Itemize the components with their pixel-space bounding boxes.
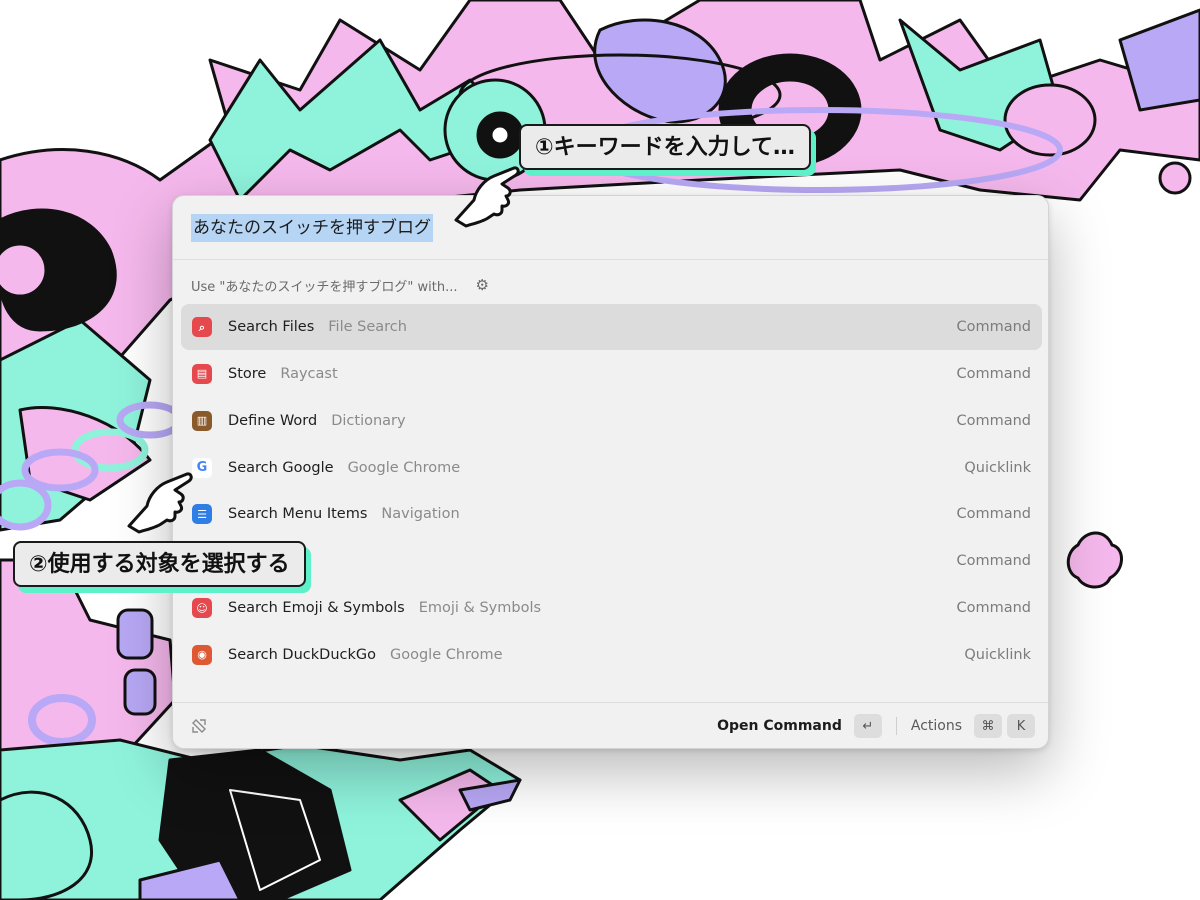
result-type-label: Quicklink — [964, 646, 1031, 663]
result-subtitle: Google Chrome — [389, 646, 503, 663]
result-item[interactable]: ▥ Define Word Dictionary Command — [181, 398, 1042, 444]
action-bar-right: Open Command ↵ Actions ⌘ K — [717, 713, 1035, 739]
actions-button[interactable]: Actions — [911, 718, 962, 734]
result-subtitle: File Search — [328, 319, 407, 335]
command-key-hint: ⌘ — [974, 714, 1002, 738]
result-subtitle: Google Chrome — [347, 459, 461, 476]
fallback-commands-label: Use "あなたのスイッチを押すブログ" with... — [191, 279, 458, 295]
store-icon: ▤ — [192, 363, 212, 384]
results-list: ⌕ Search Files File Search Command ▤ Store Ray… — [181, 304, 1042, 679]
result-item[interactable]: ✦AICommand — [181, 538, 1042, 584]
annotation-step-1: ①キーワードを入力して… — [519, 124, 811, 170]
result-title: Store — [228, 365, 267, 382]
result-title: Search Menu Items — [228, 506, 368, 523]
magnifier-icon: ⌕ — [192, 317, 212, 337]
raycast-logo-icon — [192, 719, 206, 733]
book-icon: ▥ — [192, 410, 212, 431]
emoji-icon: ☺ — [192, 598, 212, 619]
result-subtitle: Emoji & Symbols — [418, 600, 542, 617]
gear-icon[interactable]: ⚙ — [476, 277, 489, 293]
duckduckgo-icon: ◉ — [192, 644, 212, 665]
return-key-hint: ↵ — [853, 714, 882, 738]
fallback-commands-row[interactable]: Use "あなたのスイッチを押すブログ" with... ⚙ — [191, 273, 489, 297]
result-type-label: Command — [956, 600, 1031, 617]
action-bar: Open Command ↵ Actions ⌘ K — [173, 702, 1048, 748]
result-item[interactable]: ▤ Store Raycast Command — [181, 351, 1042, 397]
search-input[interactable]: あなたのスイッチを押すブログ — [191, 214, 433, 242]
result-type-label: Command — [956, 365, 1031, 382]
result-subtitle: Navigation — [381, 506, 460, 523]
pointing-hand-icon — [127, 472, 193, 534]
result-item[interactable]: ◉ Search DuckDuckGo Google Chrome Quicklink — [181, 632, 1042, 678]
k-key-hint: K — [1007, 714, 1035, 738]
result-item[interactable]: G Search Google Google Chrome Quicklink — [181, 445, 1042, 491]
search-bar[interactable]: あなたのスイッチを押すブログ — [173, 196, 1048, 260]
result-title: Search DuckDuckGo — [228, 646, 376, 663]
open-command-button[interactable]: Open Command — [717, 718, 842, 734]
result-title: Define Word — [228, 412, 318, 429]
google-icon: G — [192, 457, 212, 478]
result-subtitle: Raycast — [280, 365, 338, 382]
menu-list-icon: ☰ — [192, 504, 212, 525]
result-type-label: Command — [956, 553, 1031, 570]
result-title: Search Emoji & Symbols — [228, 600, 405, 617]
result-title: Search Files — [228, 319, 315, 335]
result-type-label: Command — [956, 506, 1031, 523]
result-title: Search Google — [228, 459, 334, 476]
action-bar-divider — [895, 717, 897, 735]
result-type-label: Command — [956, 412, 1031, 429]
result-item[interactable]: ☰ Search Menu Items Navigation Command — [181, 491, 1042, 537]
result-subtitle: Dictionary — [331, 412, 406, 429]
result-item[interactable]: ☺ Search Emoji & Symbols Emoji & Symbols Co… — [181, 585, 1042, 631]
launcher-window: あなたのスイッチを押すブログ Use "あなたのスイッチを押すブログ" with… — [172, 195, 1049, 749]
result-item[interactable]: ⌕ Search Files File Search Command — [181, 304, 1042, 350]
pointing-hand-icon — [454, 166, 520, 228]
result-type-label: Command — [956, 319, 1031, 335]
result-type-label: Quicklink — [964, 459, 1031, 476]
annotation-step-2: ②使用する対象を選択する — [13, 541, 306, 587]
